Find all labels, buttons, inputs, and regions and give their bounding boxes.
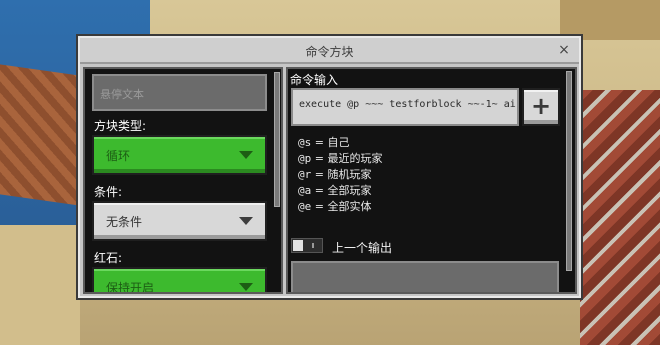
block-settings-panel: 悬停文本 方块类型: 循环 条件: 无条件 红石: 保持开启 bbox=[83, 67, 283, 294]
redstone-label: 红石: bbox=[94, 251, 123, 265]
toggle-knob bbox=[293, 240, 303, 251]
block-type-label: 方块类型: bbox=[94, 119, 147, 133]
command-block-dialog: 命令方块 × 悬停文本 方块类型: 循环 条件: 无条件 红石: 保持开启 命令… bbox=[78, 36, 581, 298]
list-item: @p = 最近的玩家 bbox=[298, 152, 383, 165]
command-input-label: 命令输入 bbox=[290, 73, 339, 87]
dialog-title: 命令方块 bbox=[305, 45, 354, 59]
condition-dropdown[interactable]: 无条件 bbox=[92, 201, 267, 241]
block-type-dropdown[interactable]: 循环 bbox=[92, 135, 267, 175]
left-scrollbar[interactable] bbox=[274, 72, 280, 207]
sand-block bbox=[0, 225, 80, 345]
condition-label: 条件: bbox=[94, 185, 123, 199]
list-item: @s = 自己 bbox=[298, 136, 350, 149]
command-panel: 命令输入 execute @p ~~~ testforblock ~~-1~ a… bbox=[286, 67, 577, 294]
list-item: @a = 全部玩家 bbox=[298, 184, 372, 197]
command-input[interactable]: execute @p ~~~ testforblock ~~-1~ air bbox=[291, 88, 519, 126]
chevron-down-icon bbox=[239, 217, 253, 225]
hover-text-input[interactable]: 悬停文本 bbox=[92, 74, 267, 111]
dialog-titlebar: 命令方块 × bbox=[80, 38, 579, 64]
add-command-button[interactable]: + bbox=[522, 88, 560, 126]
list-item: @e = 全部实体 bbox=[298, 200, 372, 213]
previous-output-field bbox=[291, 261, 559, 292]
chevron-down-icon bbox=[239, 151, 253, 159]
condition-value: 无条件 bbox=[106, 214, 143, 229]
list-item: @r = 随机玩家 bbox=[298, 168, 372, 181]
command-block-left bbox=[0, 64, 80, 206]
toggle-off-indicator bbox=[312, 243, 314, 248]
redstone-value: 保持开启 bbox=[106, 280, 155, 294]
redstone-dropdown[interactable]: 保持开启 bbox=[92, 267, 267, 294]
previous-output-label: 上一个输出 bbox=[332, 241, 393, 255]
right-scrollbar[interactable] bbox=[566, 71, 572, 271]
terrain-top-right bbox=[560, 0, 660, 40]
chevron-down-icon bbox=[239, 283, 253, 291]
close-icon[interactable]: × bbox=[555, 41, 573, 59]
block-type-value: 循环 bbox=[106, 148, 131, 163]
previous-output-toggle[interactable] bbox=[291, 238, 323, 253]
command-block-right bbox=[580, 90, 660, 345]
selector-help-list: @s = 自己 @p = 最近的玩家 @r = 随机玩家 @a = 全部玩家 @… bbox=[298, 135, 382, 215]
